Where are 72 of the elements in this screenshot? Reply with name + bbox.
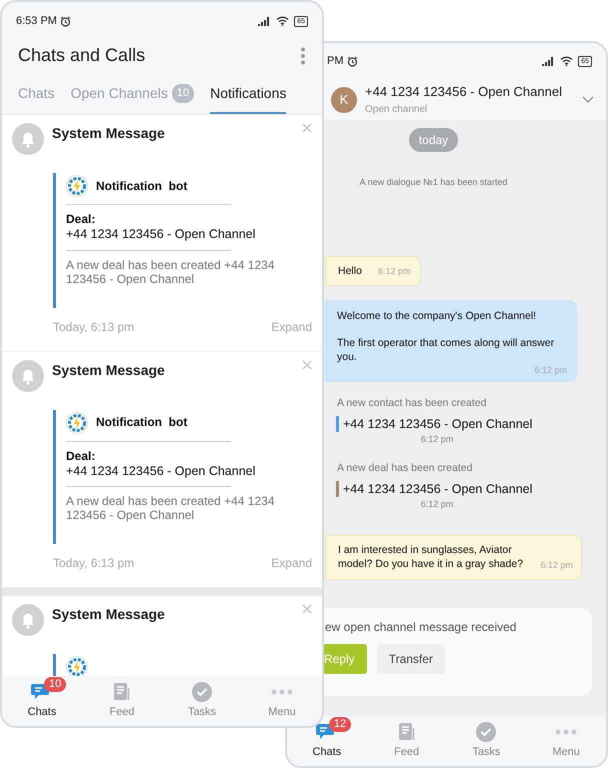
message-text: Welcome to the company's Open Channel! The first operator that comes along will answer you. — [337, 310, 556, 365]
chevron-down-icon[interactable] — [582, 96, 594, 104]
more-dots-icon — [271, 688, 293, 695]
message-time: 6:12 pm — [420, 433, 454, 446]
nav-tab[interactable]: Tasks — [162, 676, 242, 726]
message-time: 6:12 pm — [378, 266, 410, 278]
chat-title: +44 1234 123456 - Open Channel — [365, 83, 563, 102]
nav-tab[interactable]: Menu — [526, 716, 606, 766]
close-icon[interactable] — [302, 123, 312, 133]
status-time: PM — [327, 54, 344, 69]
timestamp: Today, 6:13 pm — [53, 556, 134, 572]
more-vertical-icon[interactable] — [300, 46, 306, 64]
deal-link[interactable]: +44 1234 123456 - Open Channel — [66, 464, 312, 480]
wifi-icon — [276, 16, 290, 26]
notification-badge: 10 — [44, 677, 66, 692]
close-icon[interactable] — [302, 604, 312, 614]
status-time: 6:53 PM — [16, 14, 57, 29]
checkmark-circle-icon — [192, 682, 212, 702]
nav-tab[interactable]: Feed — [366, 716, 446, 766]
message-text: Hello — [338, 264, 362, 278]
nav-tab[interactable]: Menu — [242, 676, 322, 726]
notification-title: System Message — [52, 124, 166, 143]
document-icon — [398, 722, 416, 742]
bolt-gear-icon — [66, 175, 88, 197]
timestamp: Today, 6:13 pm — [53, 320, 134, 335]
message-time: 6:12 pm — [540, 560, 573, 572]
alarm-clock-icon — [346, 56, 358, 66]
signal-icon — [258, 16, 272, 26]
close-icon[interactable] — [302, 360, 312, 370]
signal-icon — [542, 56, 556, 66]
entity-link[interactable]: +44 1234 123456 - Open Channel — [336, 480, 580, 497]
nav-tab[interactable]: Tasks — [446, 716, 526, 766]
expand-link[interactable]: Expand — [271, 556, 312, 572]
avatar: K — [331, 86, 357, 112]
bot-name: Notification bot — [96, 415, 188, 430]
deal-label: Deal: — [66, 448, 96, 464]
notification-text: A new deal has been created +44 1234 123456 - Open Channel — [66, 494, 276, 522]
chat-subtitle: Open channel — [365, 102, 428, 117]
wifi-icon — [560, 56, 574, 66]
transfer-button[interactable]: Transfer — [376, 644, 445, 674]
notification-title: System Message — [52, 360, 166, 380]
reply-button[interactable]: Reply — [323, 644, 367, 674]
nav-tab[interactable]: Chats 10 — [2, 676, 82, 726]
expand-link[interactable]: Expand — [271, 320, 312, 335]
bell-icon — [12, 123, 44, 155]
notification-title: System Message — [52, 605, 166, 624]
message-time: 6:12 pm — [420, 498, 454, 511]
notification-badge: 12 — [328, 717, 352, 732]
bell-icon — [12, 360, 44, 392]
message-text: I am interested in sunglasses, Aviator model? Do you have it in a gray shade? — [338, 544, 524, 572]
panel-text: ew open channel message received — [325, 619, 518, 636]
checkmark-circle-icon — [476, 722, 496, 742]
system-note: A new deal has been created — [337, 460, 474, 476]
message-time: 6:12 pm — [534, 364, 567, 376]
tab[interactable]: Open Channels 10 — [70, 77, 194, 114]
document-icon — [113, 682, 131, 702]
more-dots-icon — [555, 728, 578, 735]
nav-tab[interactable]: Feed — [82, 676, 162, 726]
tab[interactable]: Chats — [18, 77, 55, 114]
deal-link[interactable]: +44 1234 123456 - Open Channel — [66, 227, 312, 243]
count-badge: 10 — [172, 84, 194, 103]
alarm-clock-icon — [60, 16, 71, 26]
notification-text: A new deal has been created +44 1234 123456 - Open Channel — [66, 258, 276, 286]
entity-link[interactable]: +44 1234 123456 - Open Channel — [336, 416, 580, 432]
date-divider: today — [408, 128, 458, 152]
screen-title: Chats and Calls — [18, 44, 146, 67]
system-note: A new dialogue №1 has been started — [360, 176, 508, 189]
bot-name: Notification bot — [96, 178, 188, 194]
bolt-gear-icon — [66, 412, 88, 434]
deal-label: Deal: — [66, 212, 96, 227]
system-note: A new contact has been created — [337, 396, 488, 412]
bell-icon — [12, 604, 44, 636]
